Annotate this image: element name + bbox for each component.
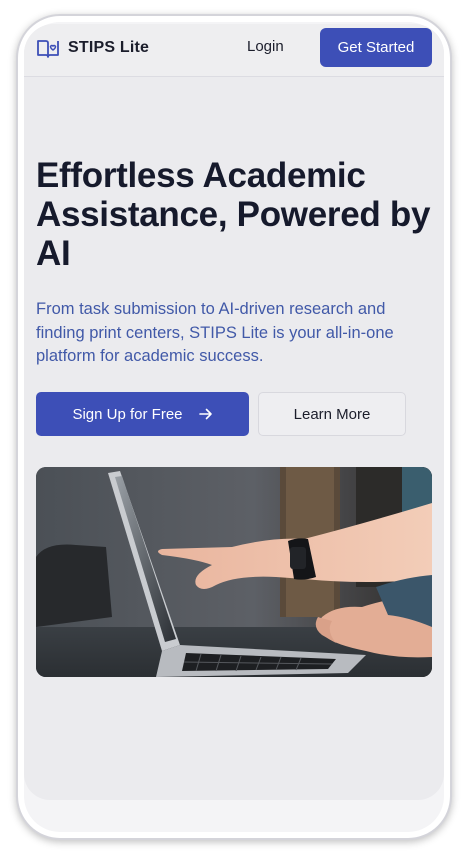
sign-up-button[interactable]: Sign Up for Free [36,392,249,436]
system-nav-bar [24,798,444,800]
brand-name: STIPS Lite [68,39,150,56]
hero-title: Effortless Academic Assistance, Powered … [36,156,431,273]
learn-more-label: Learn More [293,405,371,423]
app-header: STIPS Lite Login Get Started [24,24,444,77]
get-started-button[interactable]: Get Started [320,28,432,67]
hero-image [36,467,432,677]
book-heart-icon [37,40,59,58]
back-button[interactable] [336,798,376,800]
login-link[interactable]: Login [247,38,284,55]
learn-more-button[interactable]: Learn More [258,392,406,436]
recents-button[interactable] [96,798,136,800]
app-screen: STIPS Lite Login Get Started Effortless … [24,24,444,800]
brand-logo[interactable]: STIPS Lite [36,38,149,58]
home-button[interactable] [214,798,254,800]
laptop-hands-photo [36,467,432,677]
sign-up-label: Sign Up for Free [72,405,183,423]
hero-subtitle: From task submission to AI-driven resear… [36,300,394,365]
arrow-right-icon [198,408,212,420]
